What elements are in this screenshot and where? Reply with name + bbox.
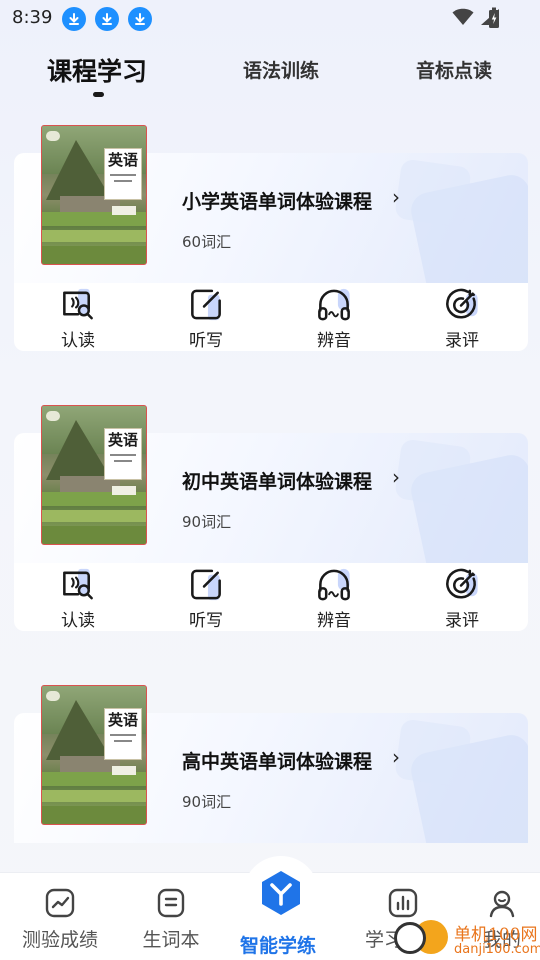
nav-label: 生词本 (142, 929, 200, 951)
action-label: 辨音 (317, 611, 351, 631)
status-time: 8:39 (12, 7, 53, 28)
headphones-icon (318, 288, 350, 321)
tab-course-study[interactable]: 课程学习 (47, 52, 147, 88)
course-word-count: 90词汇 (182, 513, 232, 531)
action-label: 认读 (61, 611, 95, 631)
download-notification-icon (128, 7, 152, 31)
chevron-right-icon[interactable]: › (392, 185, 400, 209)
book-cover-title: 英语 (107, 151, 138, 169)
read-icon (63, 288, 93, 320)
active-tab-indicator (93, 92, 104, 97)
read-icon (63, 568, 93, 600)
watermark-logo: 单机100网 danji100.com (392, 918, 540, 960)
dictation-icon (191, 569, 221, 601)
book-cover-image: 英语 (41, 405, 147, 545)
nav-smart-practice[interactable]: 智能学练 (240, 931, 316, 958)
book-cover-image: 英语 (41, 125, 147, 265)
nav-quiz-scores[interactable]: 测验成绩 (10, 887, 110, 952)
action-record-evaluate-button[interactable]: 录评 (422, 565, 502, 631)
notebook-icon (157, 888, 185, 918)
action-sound-discrimination-button[interactable]: 辨音 (294, 285, 374, 351)
course-title[interactable]: 小学英语单词体验课程 (182, 187, 372, 214)
dictation-icon (191, 289, 221, 321)
book-cover-title: 英语 (107, 711, 138, 729)
top-tab-bar: 课程学习 语法训练 音标点读 (0, 48, 540, 98)
watermark-url: danji100.com (454, 942, 540, 957)
tab-grammar-training[interactable]: 语法训练 (243, 56, 319, 83)
action-read-button[interactable]: 认读 (38, 565, 118, 631)
action-dictation-button[interactable]: 听写 (166, 565, 246, 631)
action-sound-discrimination-button[interactable]: 辨音 (294, 565, 374, 631)
course-word-count: 60词汇 (182, 233, 232, 251)
action-label: 录评 (445, 611, 479, 631)
book-cover-title: 英语 (107, 431, 138, 449)
book-cover-image: 英语 (41, 685, 147, 825)
download-notification-icon (95, 7, 119, 31)
record-target-icon (446, 288, 478, 319)
headphones-icon (318, 568, 350, 601)
action-label: 录评 (445, 331, 479, 351)
chart-line-icon (45, 888, 75, 918)
course-card[interactable]: 英语 小学英语单词体验课程 › 60词汇 认读 听写 辨音 录评 (14, 125, 528, 351)
download-notification-icon (62, 7, 86, 31)
tab-phonetic-reading[interactable]: 音标点读 (416, 56, 492, 83)
bar-chart-icon (388, 888, 418, 918)
nav-vocabulary-book[interactable]: 生词本 (121, 887, 221, 952)
course-actions: 认读 听写 辨音 录评 (14, 563, 528, 631)
course-word-count: 90词汇 (182, 793, 232, 811)
action-dictation-button[interactable]: 听写 (166, 285, 246, 351)
action-record-evaluate-button[interactable]: 录评 (422, 285, 502, 351)
smart-practice-icon[interactable] (256, 868, 306, 918)
wifi-icon (452, 8, 474, 26)
chevron-right-icon[interactable]: › (392, 465, 400, 489)
record-target-icon (446, 568, 478, 599)
action-label: 听写 (189, 331, 223, 351)
course-title[interactable]: 高中英语单词体验课程 (182, 747, 372, 774)
chevron-right-icon[interactable]: › (392, 745, 400, 769)
battery-icon (489, 7, 499, 28)
profile-icon (489, 890, 515, 918)
action-label: 听写 (189, 611, 223, 631)
action-label: 辨音 (317, 331, 351, 351)
course-actions: 认读 听写 辨音 录评 (14, 283, 528, 351)
nav-label: 测验成绩 (21, 929, 98, 951)
action-read-button[interactable]: 认读 (38, 285, 118, 351)
status-bar: 8:39 (0, 0, 540, 36)
course-card[interactable]: 英语 初中英语单词体验课程 › 90词汇 认读 听写 辨音 录评 (14, 405, 528, 631)
action-label: 认读 (61, 331, 95, 351)
course-title[interactable]: 初中英语单词体验课程 (182, 467, 372, 494)
